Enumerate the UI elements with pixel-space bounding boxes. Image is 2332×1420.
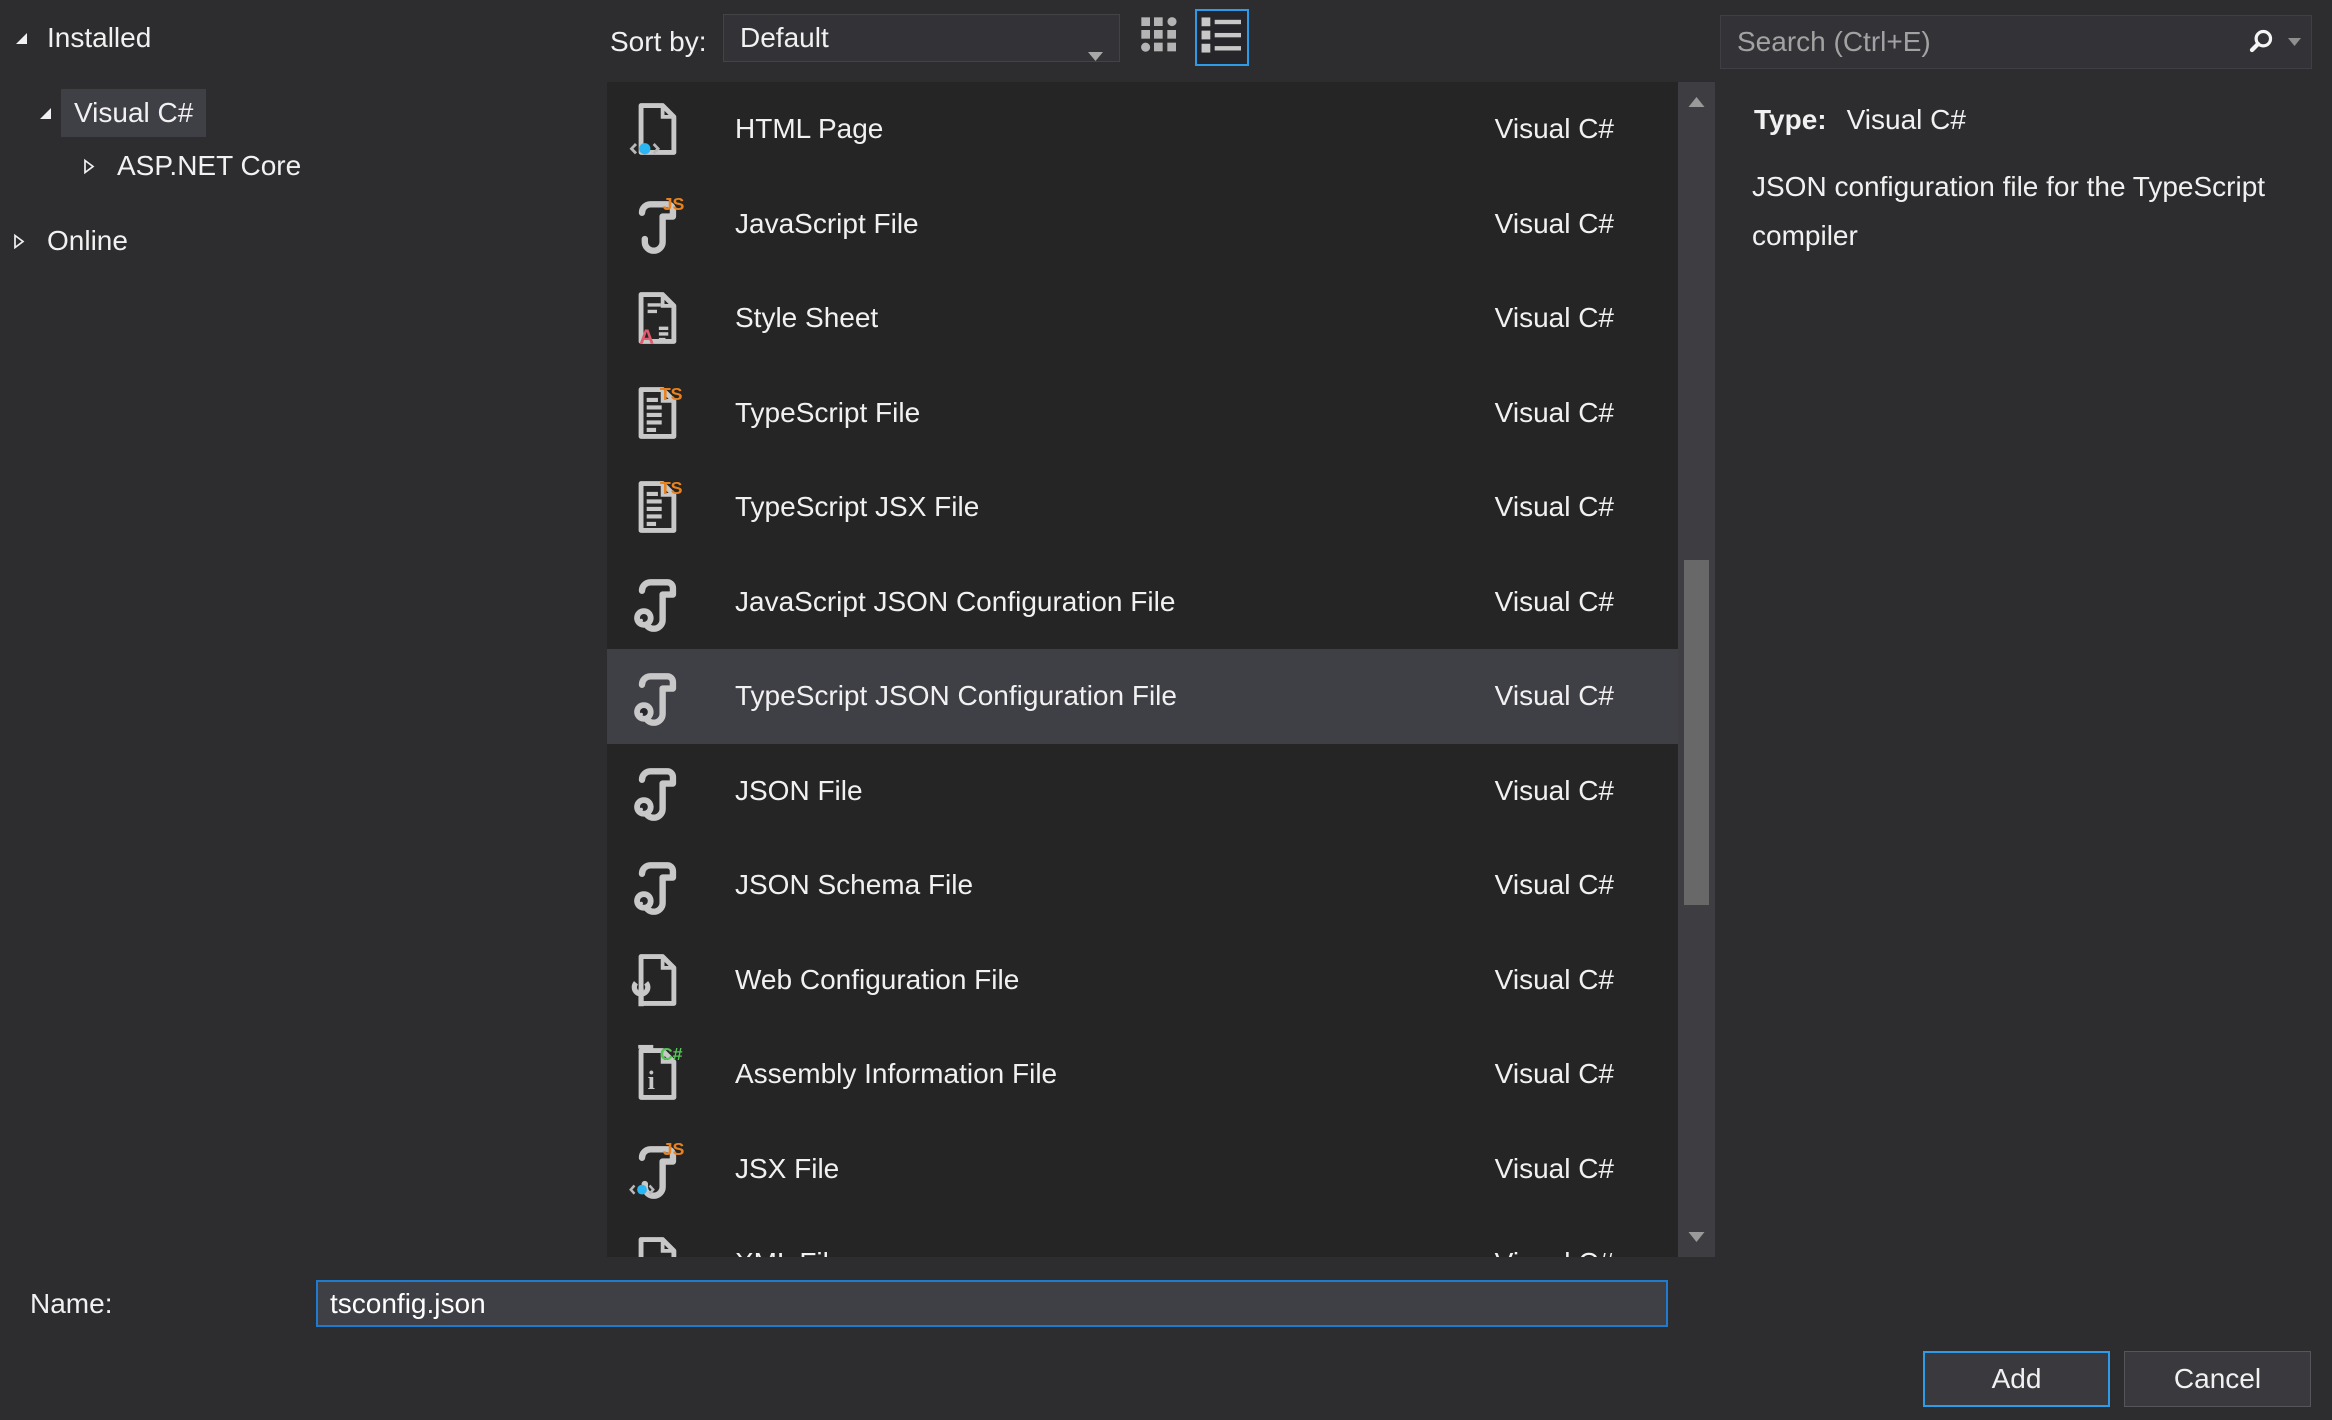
list-item[interactable]: TypeScript JSON Configuration FileVisual…	[607, 649, 1678, 744]
json-file-icon	[627, 666, 687, 726]
scroll-down-icon[interactable]	[1678, 1219, 1715, 1255]
svg-text:JS: JS	[663, 194, 685, 214]
item-name: TypeScript JSX File	[735, 491, 1495, 523]
item-name: JavaScript JSON Configuration File	[735, 586, 1495, 618]
item-category: Visual C#	[1495, 680, 1614, 712]
item-name: TypeScript File	[735, 397, 1495, 429]
list-item[interactable]: XML FileVisual C#	[607, 1216, 1678, 1257]
list-item[interactable]: JS JavaScript FileVisual C#	[607, 177, 1678, 272]
js-file-icon: JS	[627, 194, 687, 254]
item-name: HTML Page	[735, 113, 1495, 145]
list-view-button[interactable]	[1195, 9, 1249, 66]
svg-text:JS: JS	[663, 1139, 685, 1159]
item-name: JavaScript File	[735, 208, 1495, 240]
scroll-up-icon[interactable]	[1678, 84, 1715, 120]
sort-by-label: Sort by:	[610, 26, 706, 58]
item-name: JSON File	[735, 775, 1495, 807]
sort-by-value: Default	[740, 22, 829, 54]
item-category: Visual C#	[1495, 775, 1614, 807]
list-item[interactable]: iC# Assembly Information FileVisual C#	[607, 1027, 1678, 1122]
item-name: XML File	[735, 1247, 1495, 1257]
list-item[interactable]: JS JSX FileVisual C#	[607, 1122, 1678, 1217]
item-category: Visual C#	[1495, 1247, 1614, 1257]
template-description: JSON configuration file for the TypeScri…	[1752, 162, 2332, 260]
sidebar-item-label: ASP.NET Core	[117, 150, 301, 182]
list-item[interactable]: JSON FileVisual C#	[607, 744, 1678, 839]
name-label: Name:	[30, 1288, 112, 1320]
list-view-icon	[1200, 16, 1244, 59]
item-category: Visual C#	[1495, 491, 1614, 523]
list-item[interactable]: Web Configuration FileVisual C#	[607, 933, 1678, 1028]
search-input[interactable]: Search (Ctrl+E)	[1720, 15, 2312, 69]
list-item[interactable]: JSON Schema FileVisual C#	[607, 838, 1678, 933]
scrollbar-thumb[interactable]	[1684, 560, 1709, 905]
ts-file-icon: TS	[627, 383, 687, 443]
item-name: JSON Schema File	[735, 869, 1495, 901]
search-icon[interactable]	[2246, 26, 2278, 58]
list-item[interactable]: A Style SheetVisual C#	[607, 271, 1678, 366]
small-icons-view-icon	[1140, 16, 1180, 61]
scrollbar[interactable]	[1678, 82, 1715, 1257]
html-file-icon	[627, 99, 687, 159]
jsx-file-icon: JS	[627, 1139, 687, 1199]
sidebar-item-label: Installed	[47, 22, 151, 54]
item-category: Visual C#	[1495, 302, 1614, 334]
item-name: JSX File	[735, 1153, 1495, 1185]
item-category: Visual C#	[1495, 869, 1614, 901]
json-file-icon	[627, 572, 687, 632]
svg-text:i: i	[648, 1066, 655, 1095]
item-category: Visual C#	[1495, 397, 1614, 429]
sidebar-item-online[interactable]: Online	[10, 223, 128, 259]
sidebar-item-aspnet-core[interactable]: ASP.NET Core	[80, 148, 301, 184]
svg-text:TS: TS	[660, 384, 683, 404]
item-category: Visual C#	[1495, 964, 1614, 996]
assembly-info-icon: iC#	[627, 1044, 687, 1104]
sidebar-item-label: Visual C#	[61, 89, 206, 137]
chevron-down-icon	[1088, 36, 1103, 68]
add-button[interactable]: Add	[1923, 1351, 2110, 1407]
svg-text:A: A	[639, 326, 654, 349]
expanded-arrow-icon[interactable]	[36, 104, 55, 123]
item-name: Style Sheet	[735, 302, 1495, 334]
list-item[interactable]: TS TypeScript FileVisual C#	[607, 366, 1678, 461]
search-placeholder: Search (Ctrl+E)	[1737, 26, 2246, 58]
sort-by-dropdown[interactable]: Default	[723, 14, 1120, 62]
json-file-icon	[627, 855, 687, 915]
sidebar-item-visual-csharp[interactable]: Visual C#	[36, 89, 206, 137]
type-label: Type:	[1754, 104, 1827, 135]
web-config-icon	[627, 950, 687, 1010]
sidebar-item-label: Online	[47, 225, 128, 257]
template-type-row: Type: Visual C#	[1754, 104, 1966, 136]
svg-text:TS: TS	[660, 478, 683, 498]
collapsed-arrow-icon[interactable]	[10, 232, 27, 251]
svg-text:C#: C#	[660, 1044, 683, 1064]
item-name: Assembly Information File	[735, 1058, 1495, 1090]
expanded-arrow-icon[interactable]	[12, 29, 31, 48]
item-category: Visual C#	[1495, 1153, 1614, 1185]
item-category: Visual C#	[1495, 1058, 1614, 1090]
cancel-button[interactable]: Cancel	[2124, 1351, 2311, 1407]
item-name: TypeScript JSON Configuration File	[735, 680, 1495, 712]
style-sheet-icon: A	[627, 288, 687, 348]
item-name: Web Configuration File	[735, 964, 1495, 996]
xml-file-icon	[627, 1233, 687, 1257]
chevron-down-icon[interactable]	[2288, 38, 2301, 46]
sidebar-item-installed[interactable]: Installed	[12, 20, 151, 56]
item-category: Visual C#	[1495, 113, 1614, 145]
name-input[interactable]	[316, 1280, 1668, 1327]
add-new-item-dialog: Installed Visual C# ASP.NET Core Online …	[0, 0, 2332, 1420]
json-file-icon	[627, 761, 687, 821]
ts-file-icon: TS	[627, 477, 687, 537]
collapsed-arrow-icon[interactable]	[80, 157, 97, 176]
list-item[interactable]: HTML PageVisual C#	[607, 82, 1678, 177]
item-category: Visual C#	[1495, 208, 1614, 240]
list-item[interactable]: TS TypeScript JSX FileVisual C#	[607, 460, 1678, 555]
small-icons-view-button[interactable]	[1136, 14, 1184, 62]
type-value: Visual C#	[1847, 104, 1966, 135]
list-item[interactable]: JavaScript JSON Configuration FileVisual…	[607, 555, 1678, 650]
item-category: Visual C#	[1495, 586, 1614, 618]
template-list: HTML PageVisual C# JSJavaScript FileVisu…	[607, 82, 1678, 1257]
